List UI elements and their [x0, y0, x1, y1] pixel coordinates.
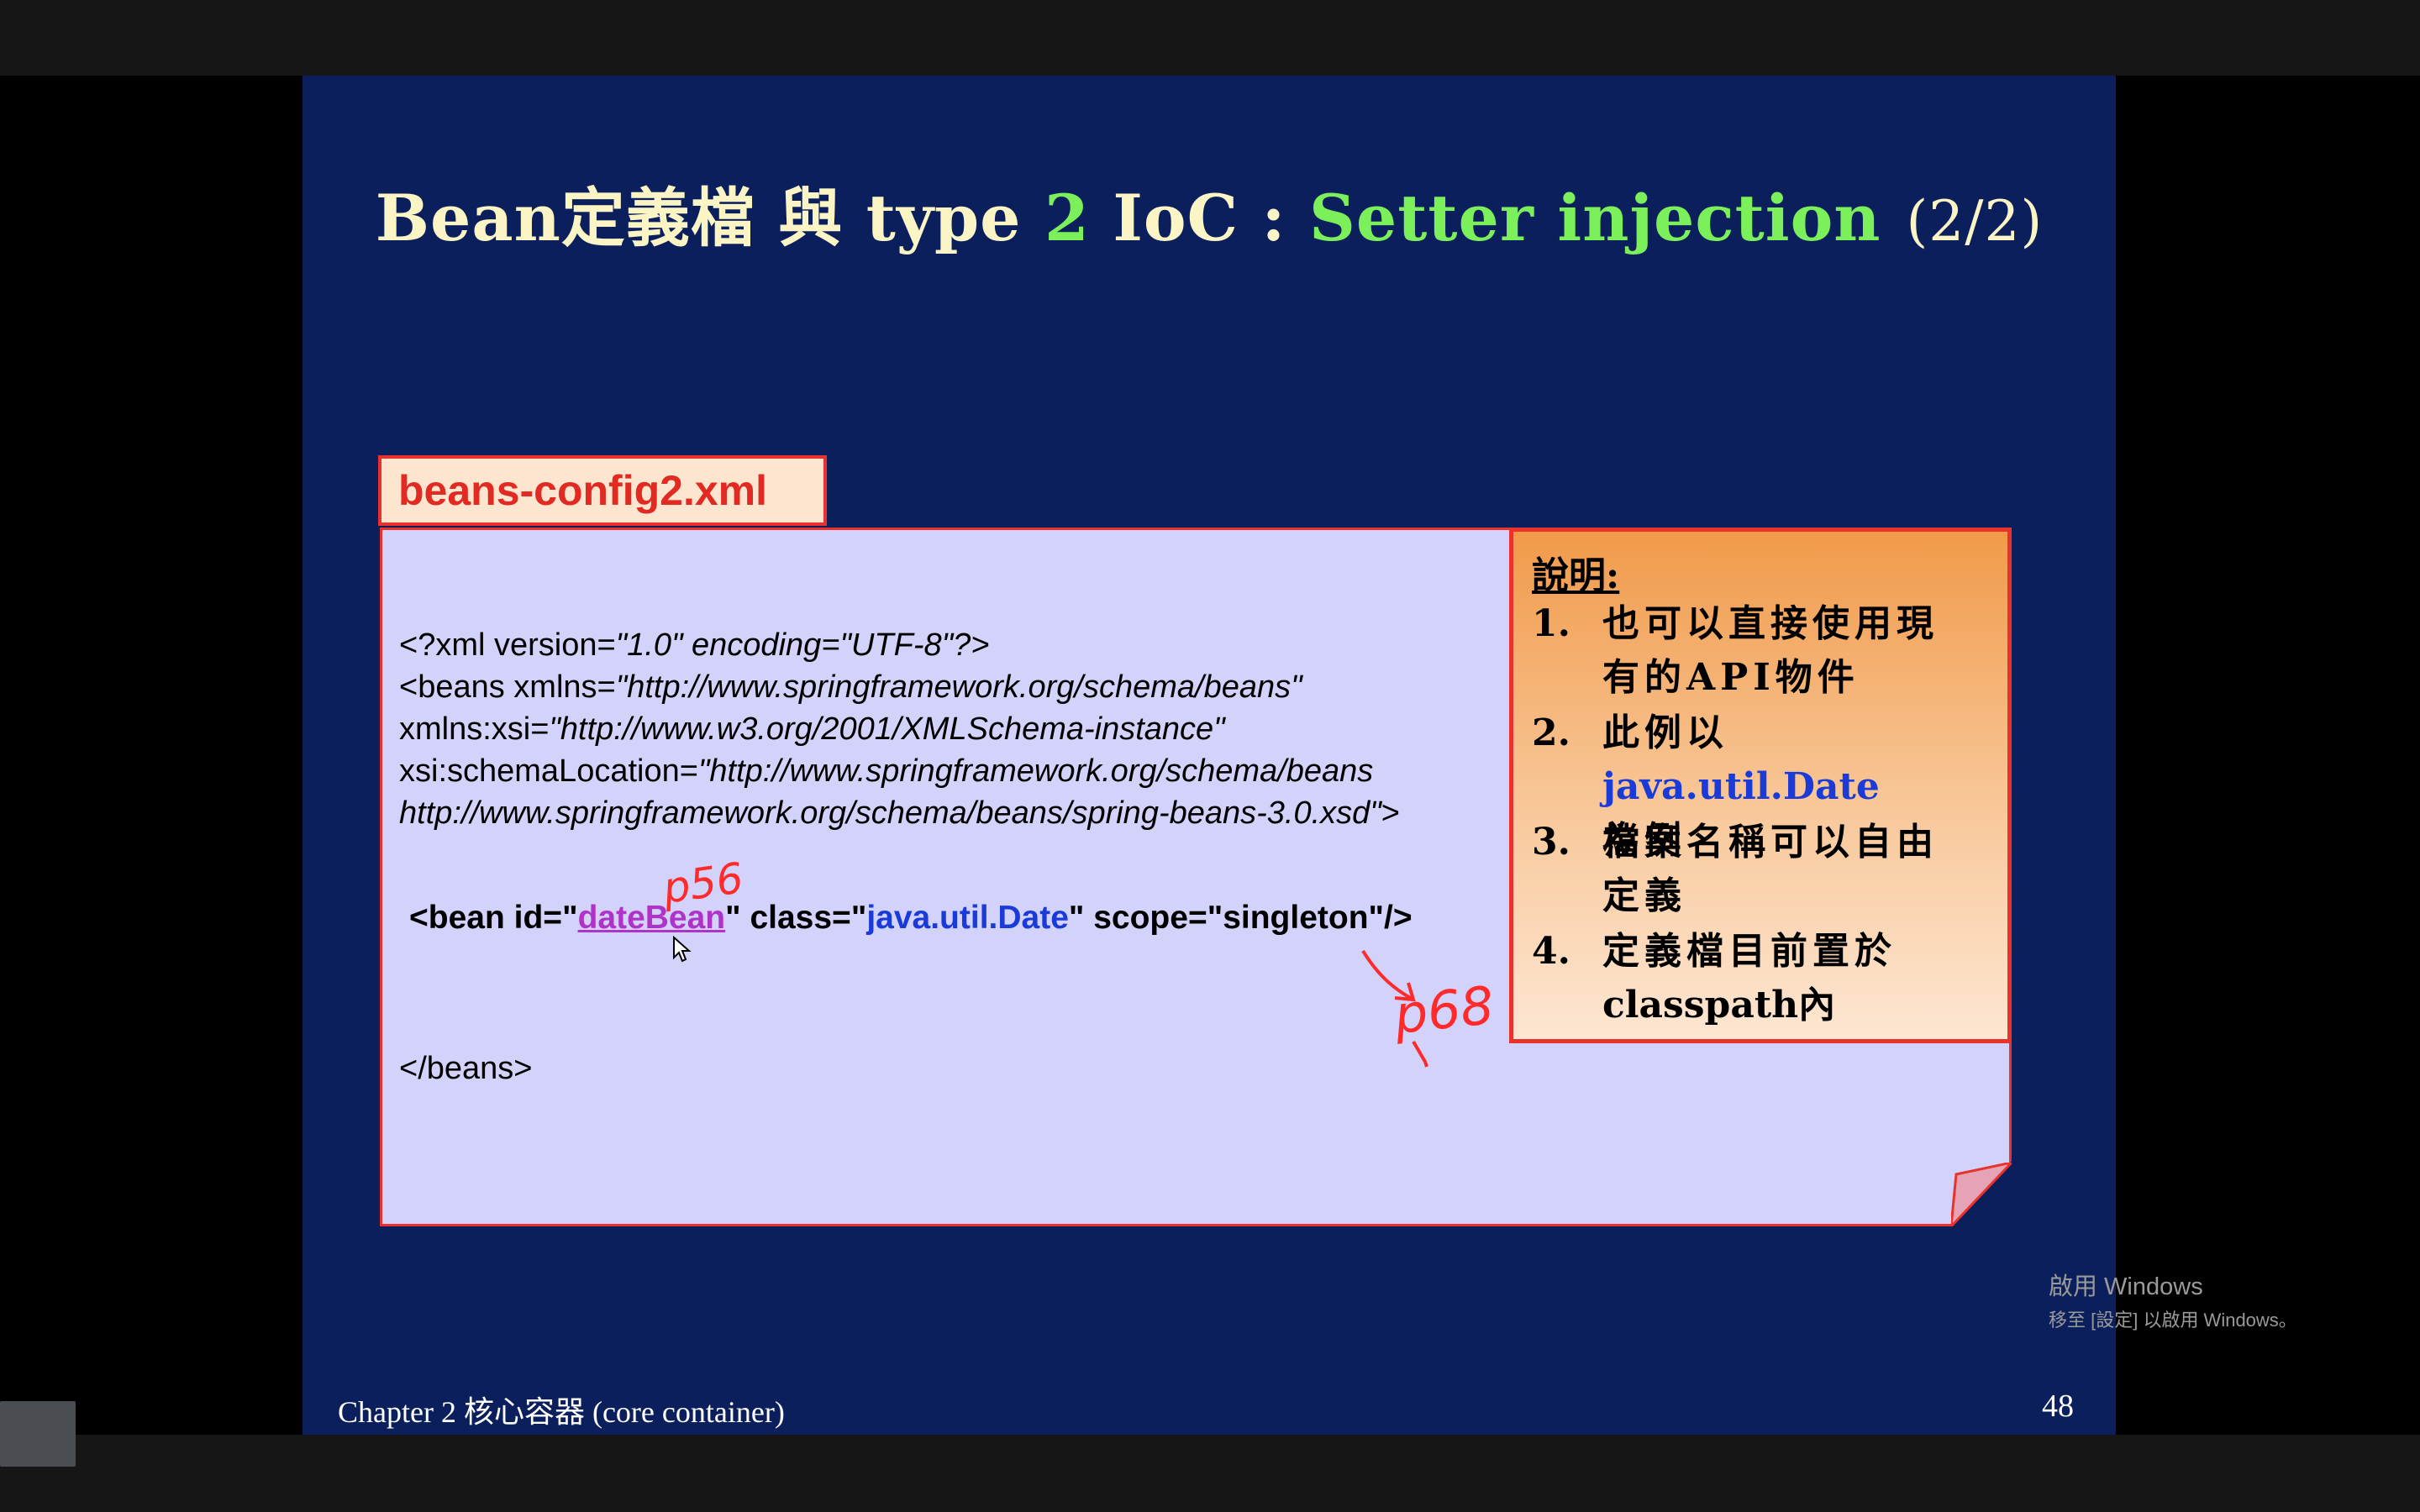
watermark-line2: 移至 [設定] 以啟用 Windows。	[2049, 1310, 2297, 1331]
bean-definition-line: <bean id="dateBean" class="java.util.Dat…	[409, 900, 1413, 936]
footer-page-number: 48	[2042, 1389, 2074, 1424]
title-highlight: Setter injection	[1309, 181, 1881, 255]
notes-box: 說明: 1. 也可以直接使用現 有的API物件 2. 此例以java.util.Dat…	[1509, 528, 2012, 1043]
windows-activation-watermark: 啟用 Windows 移至 [設定] 以啟用 Windows。	[2049, 1267, 2297, 1332]
title-page-indicator: (2/2)	[1906, 189, 2044, 254]
presentation-slide: Bean定義檔 與 type 2 IoC : Setter injection (…	[302, 76, 2116, 1435]
note-item-4: 4. 定義檔目前置於 classpath內	[1532, 930, 1897, 1026]
page-fold-edge	[1951, 1163, 2012, 1226]
bean-id-link[interactable]: dateBean	[578, 900, 726, 936]
bean-class-value: java.util.Date	[866, 900, 1069, 936]
corner-thumbnail[interactable]	[0, 1401, 76, 1467]
xml-header-code: <?xml version="1.0" encoding="UTF-8"?> <…	[399, 627, 1400, 831]
title-text-ioc: IoC :	[1089, 181, 1310, 255]
slide-title: Bean定義檔 與 type 2 IoC : Setter injection (…	[302, 166, 2116, 259]
title-number: 2	[1044, 181, 1090, 255]
mouse-cursor-icon	[673, 936, 692, 963]
title-text: Bean定義檔 與 type	[375, 181, 1044, 255]
footer-chapter: Chapter 2 核心容器 (core container)	[338, 1395, 785, 1429]
note-item-1: 1. 也可以直接使用現 有的API物件	[1532, 602, 1939, 699]
top-bar	[0, 0, 2420, 76]
beans-close-tag: </beans>	[399, 1051, 533, 1086]
watermark-line1: 啟用 Windows	[2049, 1273, 2203, 1300]
note-item-3: 3. 檔案名稱可以自由 定義	[1532, 821, 1939, 917]
bottom-bar	[0, 1435, 2420, 1512]
file-name-tab: beans-config2.xml	[378, 455, 827, 526]
notes-title: 說明:	[1532, 554, 1620, 597]
